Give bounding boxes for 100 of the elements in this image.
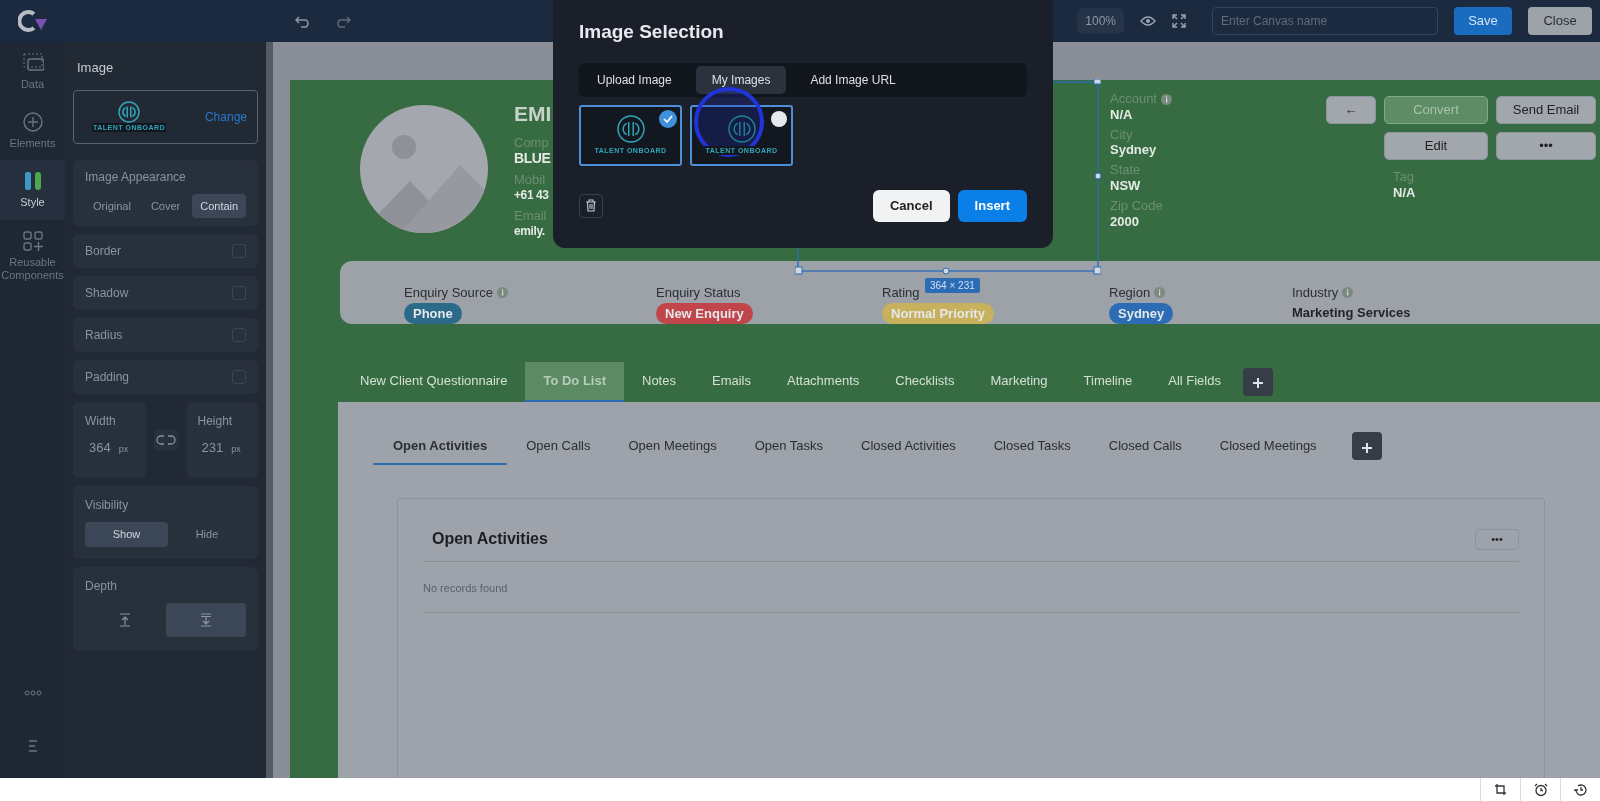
align-top-icon [119,612,132,627]
status-pill: Normal Priority [882,302,994,324]
field-value: N/A [1393,184,1416,201]
rail-tab[interactable]: Style [0,160,65,220]
record-tab[interactable]: Timeline [1065,362,1151,402]
summary-value: Marketing Services [1292,303,1411,322]
activity-tab[interactable]: Closed Calls [1089,427,1201,465]
activity-tab[interactable]: Open Meetings [609,427,736,465]
activity-tab[interactable]: Open Activities [373,427,508,465]
menu-icon[interactable] [27,740,38,752]
dialog-title: Image Selection [579,20,724,44]
section-label: Visibility [85,497,130,514]
record-tab[interactable]: Notes [624,362,694,402]
field-value: +61 43 [514,188,549,203]
add-tab-button[interactable] [1243,367,1273,396]
record-tab[interactable]: All Fields [1150,362,1239,402]
radio-icon[interactable] [770,109,788,128]
activity-tab[interactable]: Closed Meetings [1200,427,1336,465]
rail-tab[interactable]: Data [0,42,65,102]
data-icon [21,52,44,74]
history-icon[interactable] [1573,782,1588,797]
height-field[interactable]: 231 [197,438,224,458]
add-tab-button[interactable] [1351,432,1382,461]
edit-button[interactable]: Edit [1384,132,1488,160]
empty-message: No records found [423,582,508,594]
add-icon [21,111,44,134]
components-icon [21,229,44,252]
cancel-button[interactable]: Cancel [872,189,950,222]
width-field[interactable]: 364 [85,438,111,458]
summary-label: Enquiry Source [404,284,493,302]
toggle-label: Padding [85,369,130,386]
appearance-option[interactable]: Cover [142,193,189,218]
close-button[interactable]: Close [1528,7,1592,35]
section-label: Image Appearance [85,168,187,186]
canvas-name-field[interactable]: Enter Canvas name [1212,7,1438,35]
record-tab[interactable]: Marketing [972,362,1066,402]
field-value: NSW [1110,178,1141,194]
zoom-level[interactable]: 100% [1077,8,1124,34]
more-icon[interactable] [23,690,42,696]
send-backward-button[interactable] [165,602,246,637]
dialog-tab[interactable]: Upload Image [581,65,688,94]
panel-title: Image [76,59,115,77]
field-value: N/A [1110,106,1133,123]
unit-label: px [118,443,129,456]
logo-icon [17,9,48,33]
redo-icon[interactable] [335,14,351,28]
summary-label: Region [1109,284,1151,302]
link-icon[interactable] [153,429,178,451]
more-button[interactable]: ••• [1475,528,1519,550]
toggle-label: Border [85,243,122,260]
dimension-label: Width [85,413,117,430]
summary-label: Enquiry Status [656,284,741,302]
record-tab[interactable]: Attachments [769,362,878,402]
visibility-option[interactable]: Show [85,522,168,547]
record-tab[interactable]: New Client Questionnaire [342,362,526,402]
summary-label: Rating [882,284,920,302]
visibility-option[interactable]: Hide [167,522,246,547]
section-label: Depth [85,577,119,595]
send-email-button[interactable]: Send Email [1496,96,1596,124]
activity-tab[interactable]: Open Calls [507,427,610,465]
add-icon [1361,442,1372,453]
dialog-tab[interactable]: Add Image URL [794,65,912,94]
record-name: EMI [514,101,552,127]
undo-icon[interactable] [295,14,311,28]
alarm-icon[interactable] [1533,782,1548,797]
status-pill: Phone [404,302,462,324]
section-title: Open Activities [432,529,548,549]
toggle-label: Radius [85,327,123,344]
dialog-tab[interactable]: My Images [695,65,787,94]
insert-button[interactable]: Insert [957,189,1027,222]
activity-tab[interactable]: Open Tasks [735,427,843,465]
align-bottom-icon [199,612,212,627]
logo-icon [118,101,141,123]
add-icon [1253,378,1263,389]
change-link[interactable]: Change [204,107,247,126]
appearance-option[interactable]: Contain [192,193,247,218]
logo-icon [616,115,645,143]
save-button[interactable]: Save [1454,7,1512,35]
unit-label: px [231,443,241,456]
status-pill: New Enquiry [656,302,753,324]
checkmark-icon[interactable] [659,109,677,128]
fullscreen-icon[interactable] [1172,14,1186,28]
delete-button[interactable] [579,193,603,218]
rail-tab[interactable]: Elements [0,101,65,161]
back-button[interactable]: ← [1326,96,1376,124]
activity-tab[interactable]: Closed Activities [842,427,975,465]
field-value: 2000 [1110,213,1139,230]
record-tab[interactable]: Emails [693,362,769,402]
rail-tab[interactable]: Reusable Components [0,219,65,292]
activity-tab[interactable]: Closed Tasks [974,427,1090,465]
record-tab[interactable]: Checklists [877,362,973,402]
crop-icon[interactable] [1493,782,1508,797]
dimension-label: Height [197,413,234,430]
status-pill: Sydney [1109,302,1174,324]
more-button[interactable]: ••• [1496,132,1596,160]
field-value: emily. [514,223,545,238]
preview-icon[interactable] [1140,15,1156,27]
toggle-label: Shadow [85,285,129,302]
size-label: 364 × 231 [925,278,980,293]
appearance-option[interactable]: Original [85,193,139,218]
